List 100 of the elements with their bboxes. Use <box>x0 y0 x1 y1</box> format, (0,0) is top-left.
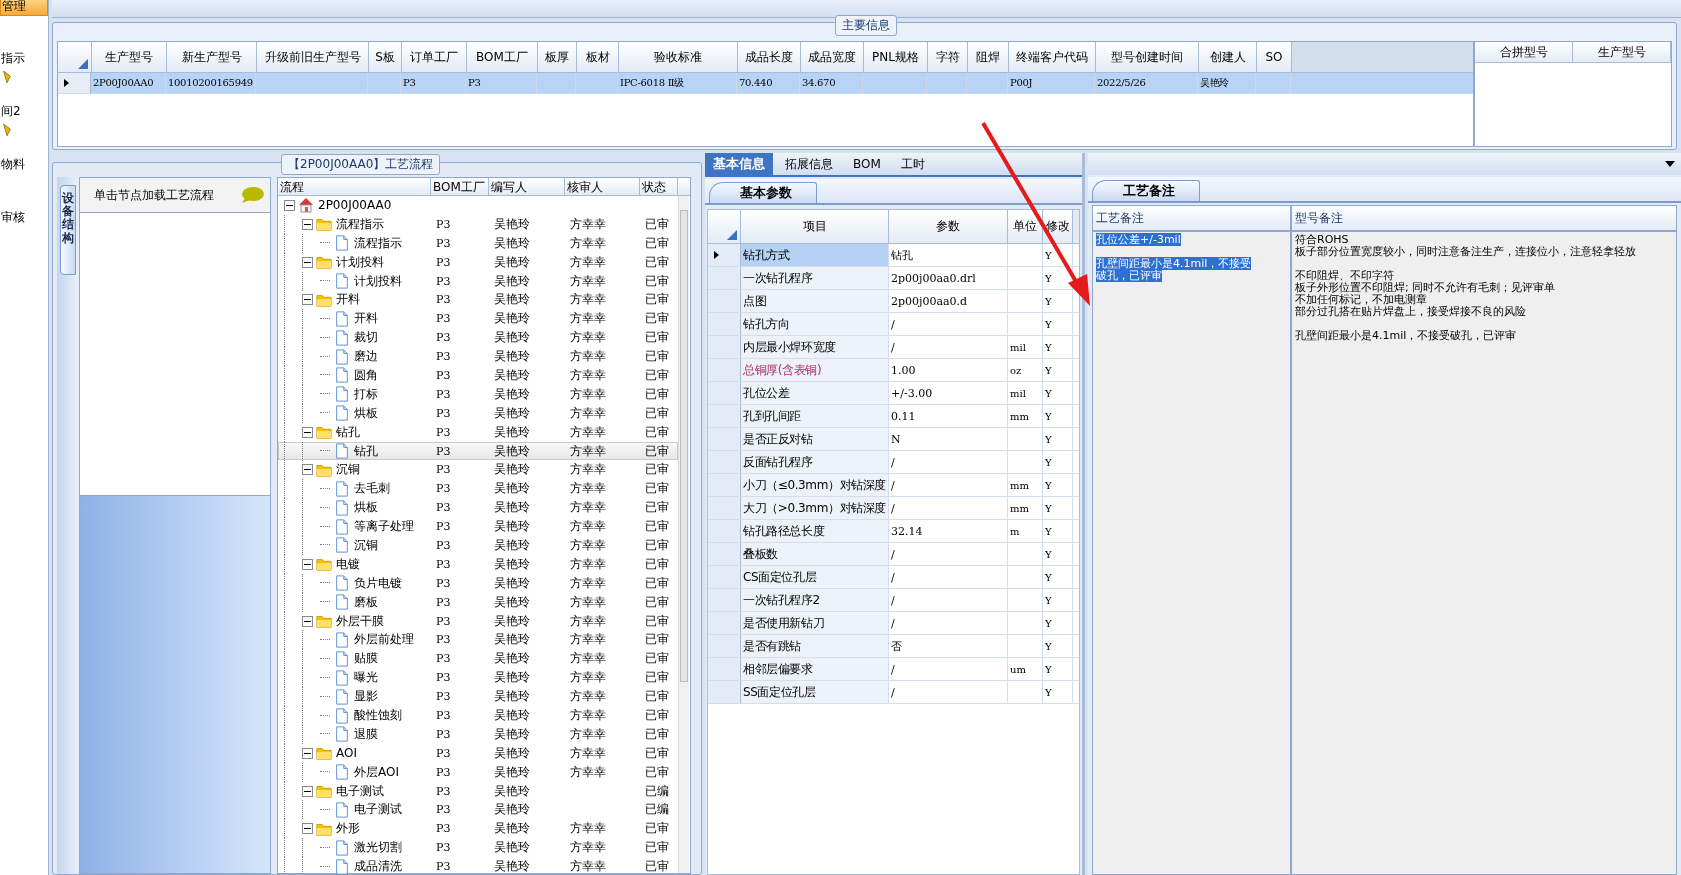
tree-row[interactable]: 沉铜 P3 吴艳玲 方幸幸 已审 <box>278 536 678 555</box>
tree-row[interactable]: 外层前处理 P3 吴艳玲 方幸幸 已审 <box>278 630 678 650</box>
table-cell[interactable]: 一次钻孔程序2 <box>741 589 889 611</box>
column-header[interactable]: 终端客户代码 <box>1009 42 1096 72</box>
tree-row[interactable]: 打标 P3 吴艳玲 方幸幸 已审 <box>278 384 678 404</box>
tree-row[interactable]: 钻孔 P3 吴艳玲 方幸幸 已审 <box>278 441 678 461</box>
column-header[interactable]: 生产型号 <box>92 42 167 72</box>
column-header[interactable]: 单位 <box>1008 210 1043 243</box>
tree-row[interactable]: AOI P3 吴艳玲 方幸幸 已审 <box>278 743 678 763</box>
table-cell[interactable]: CS面定位孔层 <box>741 566 889 588</box>
table-row[interactable]: 2P00J00AA0 10010200165949 P3 P3 IPC-6018 Ⅱ级 70.440 34.670 P00J 2022/5/26 吴艳玲 <box>58 73 1473 94</box>
column-header[interactable]: BOM工厂 <box>467 42 538 72</box>
tree-row[interactable]: 酸性蚀刻 P3 吴艳玲 方幸幸 已审 <box>278 706 678 725</box>
tree-row[interactable]: 电镀 P3 吴艳玲 方幸幸 已审 <box>278 554 678 574</box>
column-header[interactable]: BOM工厂 <box>431 178 489 195</box>
scrollbar[interactable] <box>678 196 689 873</box>
tree-row[interactable]: 负片电镀 P3 吴艳玲 方幸幸 已审 <box>278 573 678 593</box>
collapse-toggle[interactable] <box>302 256 313 268</box>
column-header[interactable]: 成品长度 <box>738 42 801 72</box>
table-cell[interactable]: SS面定位孔层 <box>741 681 889 703</box>
column-header[interactable]: 型号创建时间 <box>1096 42 1199 72</box>
column-header[interactable]: 创建人 <box>1199 42 1257 72</box>
table-cell[interactable]: 内层最小焊环宽度 <box>741 336 889 358</box>
sidebar-item[interactable]: 管理 <box>0 0 48 16</box>
tree-row[interactable]: 曝光 P3 吴艳玲 方幸幸 已审 <box>278 668 678 688</box>
tab[interactable]: 基本信息 <box>705 153 773 175</box>
sidebar-item[interactable]: 间2 <box>0 103 48 120</box>
column-header[interactable]: 流程 <box>278 178 431 195</box>
collapse-toggle[interactable] <box>284 199 295 211</box>
tab[interactable]: 基本参数 <box>709 182 817 203</box>
tree-row[interactable]: 外层AOI P3 吴艳玲 方幸幸 已审 <box>278 762 678 782</box>
tree-row[interactable]: 贴膜 P3 吴艳玲 方幸幸 已审 <box>278 649 678 669</box>
tree-row[interactable]: 显影 P3 吴艳玲 方幸幸 已审 <box>278 687 678 707</box>
sidebar-item[interactable]: 物料 <box>0 156 48 173</box>
table-cell[interactable]: 总铜厚(含表铜) <box>741 359 889 381</box>
tab[interactable]: 拓展信息 <box>777 153 841 175</box>
table-cell[interactable]: 钻孔方式 <box>741 244 889 266</box>
collapse-toggle[interactable] <box>302 218 313 230</box>
tree-row[interactable]: 流程指示 P3 吴艳玲 方幸幸 已审 <box>278 233 678 253</box>
tree-row[interactable]: 磨边 P3 吴艳玲 方幸幸 已审 <box>278 347 678 366</box>
tree-row[interactable]: 计划投料 P3 吴艳玲 方幸幸 已审 <box>278 271 678 291</box>
tab[interactable]: BOM <box>845 153 889 175</box>
row-header[interactable] <box>708 244 741 266</box>
column-header[interactable]: 项目 <box>741 210 889 243</box>
sidebar-item[interactable]: 审核 <box>0 209 48 226</box>
collapse-toggle[interactable] <box>302 294 313 306</box>
table-cell[interactable]: 是否使用新钻刀 <box>741 612 889 634</box>
table-cell[interactable]: 小刀（≤0.3mm）对钻深度 <box>741 474 889 496</box>
collapse-toggle[interactable] <box>302 823 313 835</box>
table-cell[interactable]: 孔到孔间距 <box>741 405 889 427</box>
column-header[interactable]: 状态 <box>640 178 678 195</box>
table-cell[interactable]: 是否正反对钻 <box>741 428 889 450</box>
column-header[interactable]: 核审人 <box>565 178 640 195</box>
dropdown-caret-icon[interactable] <box>1665 161 1675 167</box>
column-header[interactable]: PNL规格 <box>864 42 928 72</box>
table-cell[interactable]: 钻孔路径总长度 <box>741 520 889 542</box>
column-header[interactable]: 字符 <box>928 42 968 72</box>
tab[interactable]: 工时 <box>892 153 933 175</box>
vertical-tab[interactable]: 设备结构 <box>60 185 76 275</box>
column-header[interactable]: 升级前旧生产型号 <box>257 42 369 72</box>
sidebar-item[interactable]: 指示 <box>0 50 48 67</box>
tree-row[interactable]: 烘板 P3 吴艳玲 方幸幸 已审 <box>278 403 678 423</box>
table-cell[interactable]: 大刀（>0.3mm）对钻深度 <box>741 497 889 519</box>
tree-row[interactable]: 外形 P3 吴艳玲 方幸幸 已审 <box>278 819 678 839</box>
column-header[interactable]: 新生产型号 <box>167 42 257 72</box>
tree-row[interactable]: 磨板 P3 吴艳玲 方幸幸 已审 <box>278 592 678 612</box>
column-header[interactable]: 验收标准 <box>619 42 738 72</box>
collapse-toggle[interactable] <box>302 426 313 438</box>
tree-row[interactable]: 2P00J00AA0 <box>278 196 678 215</box>
tree-row[interactable]: 烘板 P3 吴艳玲 方幸幸 已审 <box>278 498 678 518</box>
table-cell[interactable]: 孔位公差 <box>741 382 889 404</box>
column-header[interactable]: 型号备注 <box>1292 206 1676 232</box>
column-header[interactable]: S板 <box>369 42 402 72</box>
table-cell[interactable]: 相邻层偏要求 <box>741 658 889 680</box>
tree-row[interactable]: 开料 P3 吴艳玲 方幸幸 已审 <box>278 309 678 329</box>
column-header[interactable]: 板厚 <box>538 42 577 72</box>
table-cell[interactable]: 反面钻孔程序 <box>741 451 889 473</box>
column-header[interactable]: 参数 <box>889 210 1008 243</box>
column-header[interactable]: 生产型号 <box>1573 42 1671 62</box>
tree-row[interactable]: 电子测试 P3 吴艳玲 已编 <box>278 800 678 820</box>
tab[interactable]: 工艺备注 <box>1092 180 1200 201</box>
column-header[interactable]: 编写人 <box>489 178 565 195</box>
column-header[interactable]: 工艺备注 <box>1093 206 1290 232</box>
column-header[interactable]: 阻焊 <box>968 42 1009 72</box>
tree-row[interactable]: 钻孔 P3 吴艳玲 方幸幸 已审 <box>278 422 678 442</box>
table-cell[interactable]: 叠板数 <box>741 543 889 565</box>
tree-row[interactable]: 成品清洗 P3 吴艳玲 方幸幸 已审 <box>278 857 678 875</box>
column-header[interactable]: 订单工厂 <box>402 42 467 72</box>
table-cell[interactable]: 一次钻孔程序 <box>741 267 889 289</box>
tree-row[interactable]: 裁切 P3 吴艳玲 方幸幸 已审 <box>278 328 678 348</box>
tree-row[interactable]: 流程指示 P3 吴艳玲 方幸幸 已审 <box>278 214 678 234</box>
table-cell[interactable]: 是否有跳钻 <box>741 635 889 657</box>
tree-row[interactable]: 等离子处理 P3 吴艳玲 方幸幸 已审 <box>278 517 678 537</box>
row-header[interactable] <box>58 73 91 93</box>
collapse-toggle[interactable] <box>302 558 313 570</box>
tree-row[interactable]: 开料 P3 吴艳玲 方幸幸 已审 <box>278 290 678 310</box>
table-cell[interactable]: 钻孔方向 <box>741 313 889 335</box>
tree-row[interactable]: 去毛刺 P3 吴艳玲 方幸幸 已审 <box>278 479 678 499</box>
column-header[interactable]: 板材 <box>577 42 619 72</box>
column-header[interactable]: 成品宽度 <box>801 42 864 72</box>
